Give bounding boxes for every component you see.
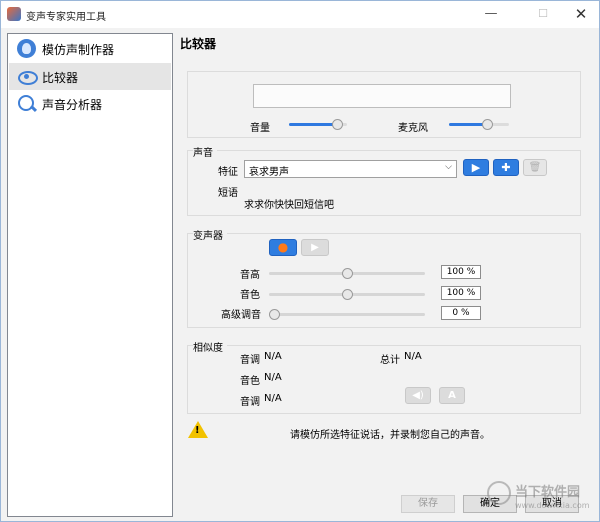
watermark-text: 当下软件园 [515, 485, 581, 500]
mic-slider-thumb[interactable] [482, 119, 493, 130]
timbre-slider-thumb[interactable] [342, 289, 353, 300]
timbre-similarity-value: N/A [264, 372, 282, 383]
changer-group-label: 变声器 [193, 227, 227, 242]
advanced-tuning-slider[interactable] [269, 309, 425, 320]
play-recording-button[interactable]: ▶ [301, 239, 329, 256]
timbre-value[interactable]: 100 % [441, 286, 481, 300]
window-title: 变声专家实用工具 [26, 12, 106, 23]
total-value: N/A [404, 351, 422, 362]
compare-icon [17, 67, 38, 86]
volume-slider-fill [289, 123, 339, 126]
mic-slider[interactable] [449, 119, 509, 130]
volume-label: 音量 [250, 123, 270, 134]
font-button[interactable]: A [439, 387, 465, 404]
tone-value: N/A [264, 351, 282, 362]
analyze-icon [17, 94, 36, 113]
sidebar-item-mimic[interactable]: 模仿声制作器 [9, 35, 171, 62]
timbre-similarity-label: 音色 [240, 376, 260, 387]
advanced-tuning-value[interactable]: 0 % [441, 306, 481, 320]
sidebar-item-label: 声音分析器 [42, 98, 103, 112]
watermark: 当下软件园 www.downxia.com [487, 479, 597, 519]
title-bar[interactable]: 变声专家实用工具 — ☐ ✕ [1, 1, 599, 28]
pitch-value[interactable]: 100 % [441, 265, 481, 279]
sidebar-item-analyze[interactable]: 声音分析器 [9, 90, 171, 117]
pitch-label: 音高 [240, 270, 260, 281]
minimize-button[interactable]: — [471, 3, 511, 25]
volume-slider[interactable] [289, 119, 347, 130]
watermark-url: www.downxia.com [515, 501, 590, 510]
pitch-slider[interactable] [269, 268, 425, 279]
sidebar-item-compare[interactable]: 比较器 [9, 63, 171, 90]
tone-label: 音调 [240, 355, 260, 366]
advanced-tuning-label: 高级调音 [221, 310, 261, 321]
add-phrase-button[interactable]: ✚ [493, 159, 519, 176]
sidebar-item-label: 比较器 [42, 71, 79, 85]
mimic-voice-icon [17, 39, 36, 58]
voice-group-label: 声音 [193, 144, 217, 159]
sidebar-item-label: 模仿声制作器 [42, 43, 115, 57]
speaker-button[interactable]: ◀) [405, 387, 431, 404]
mic-label: 麦克风 [398, 123, 428, 134]
hint-text: 请模仿所选特征说话，并录制您自己的声音。 [290, 430, 490, 441]
app-window: 变声专家实用工具 — ☐ ✕ 模仿声制作器 比较器 声音分析器 比较器 音量 麦… [0, 0, 600, 522]
feature-select-value: 哀求男声 [249, 167, 289, 178]
page-title: 比较器 [180, 37, 217, 51]
app-icon [7, 7, 21, 21]
total-label: 总计 [380, 355, 400, 366]
feature-select[interactable]: 哀求男声 ⌵ [244, 160, 457, 178]
record-button[interactable]: ● [269, 239, 297, 256]
similarity-group-label: 相似度 [193, 339, 227, 354]
save-button[interactable]: 保存 [401, 495, 455, 513]
timbre-label: 音色 [240, 290, 260, 301]
warning-mark: ! [195, 425, 200, 436]
feature-label: 特征 [218, 167, 238, 178]
close-button[interactable]: ✕ [561, 3, 600, 25]
waveform-display [253, 84, 511, 108]
phrase-label: 短语 [218, 188, 238, 199]
maximize-button[interactable]: ☐ [523, 3, 563, 25]
advanced-tuning-slider-thumb[interactable] [269, 309, 280, 320]
tone2-value: N/A [264, 393, 282, 404]
phrase-text: 求求你快快回短信吧 [244, 200, 334, 211]
pitch-slider-thumb[interactable] [342, 268, 353, 279]
delete-phrase-button[interactable]: 🗑 [523, 159, 547, 176]
chevron-down-icon: ⌵ [445, 162, 452, 172]
watermark-logo-icon [487, 481, 511, 505]
play-phrase-button[interactable]: ▶ [463, 159, 489, 176]
sidebar: 模仿声制作器 比较器 声音分析器 [7, 33, 173, 517]
tone2-label: 音调 [240, 397, 260, 408]
timbre-slider[interactable] [269, 289, 425, 300]
